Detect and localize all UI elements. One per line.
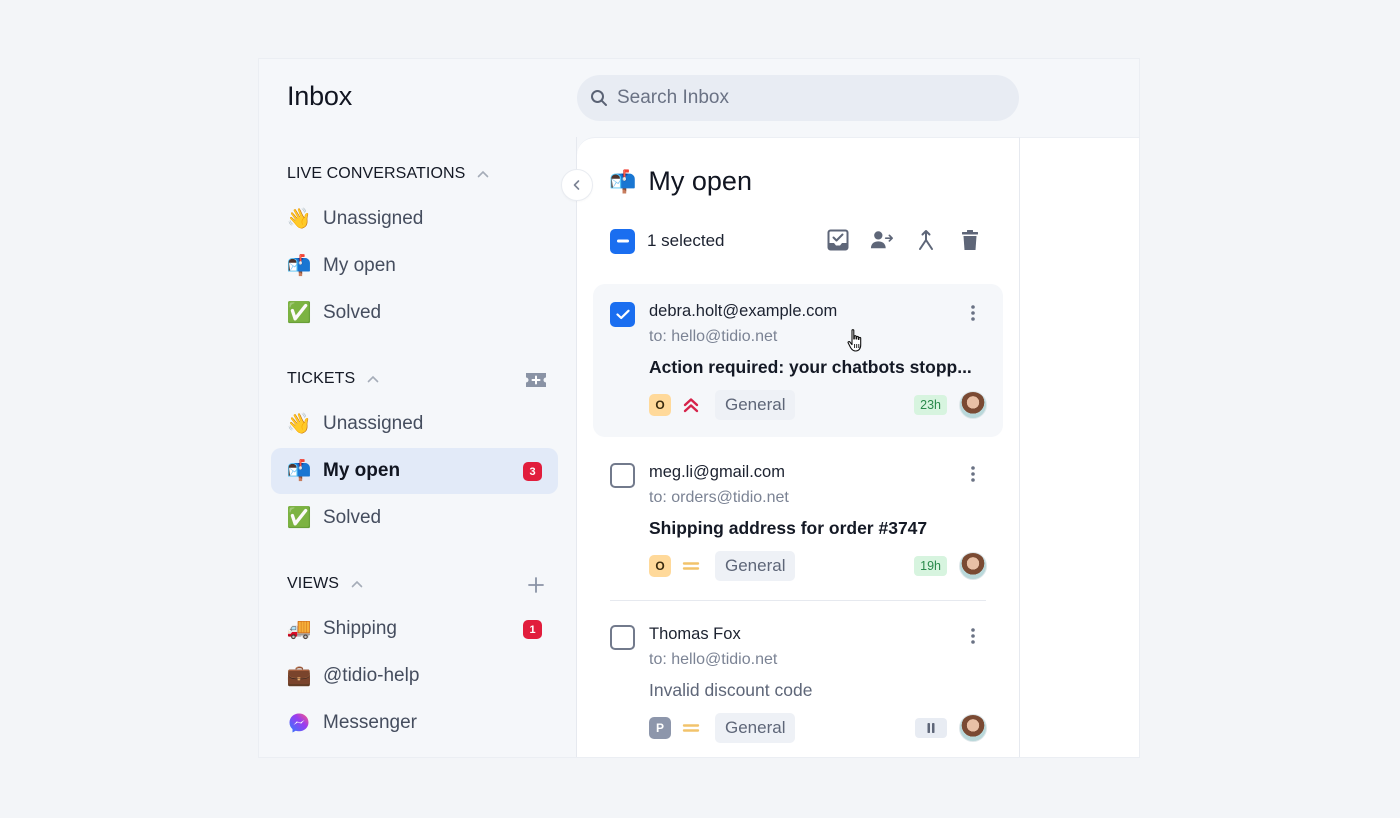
delivery-truck-icon: 🚚 (286, 618, 312, 640)
chevron-up-icon[interactable] (367, 373, 379, 385)
waving-hand-icon: 👋 (286, 208, 312, 230)
tag: General (715, 713, 796, 743)
mailbox-icon: 📬 (609, 168, 637, 194)
messenger-icon (287, 711, 311, 735)
mailbox-icon: 📬 (286, 255, 312, 277)
sidebar: Inbox LIVE CONVERSATIONS 👋 Unassigned 📬 … (259, 59, 576, 757)
conversation-checkbox[interactable] (610, 625, 635, 650)
conversation-item[interactable]: Thomas Fox to: hello@tidio.net Invalid d… (593, 607, 1003, 757)
plus-icon[interactable] (524, 574, 548, 596)
section-title: VIEWS (287, 575, 340, 592)
sidebar-item-label: Shipping (323, 618, 397, 639)
sidebar-item-label: Solved (323, 302, 382, 323)
sender: debra.holt@example.com (649, 302, 838, 320)
mailbox-icon: 📬 (286, 460, 312, 482)
briefcase-icon: 💼 (286, 665, 312, 687)
status-badge: O (649, 394, 671, 416)
subject: Shipping address for order #3747 (649, 518, 928, 538)
sidebar-item-label: @tidio-help (323, 665, 420, 686)
chevron-up-icon[interactable] (351, 578, 363, 590)
add-ticket-icon[interactable] (524, 369, 548, 391)
more-options-icon[interactable] (967, 302, 979, 324)
conversation-list-pane: 📬 My open 1 selected debra.holt@example.… (577, 137, 1019, 757)
bulk-action-bar: 1 selected (610, 228, 982, 254)
assignee-avatar (959, 552, 987, 580)
section-title: TICKETS (287, 370, 356, 387)
recipient: to: hello@tidio.net (649, 328, 778, 345)
sidebar-item-view-tidio-help[interactable]: 💼 @tidio-help (271, 653, 558, 699)
status-badge: O (649, 555, 671, 577)
search-icon (589, 88, 609, 108)
recipient: to: hello@tidio.net (649, 651, 778, 668)
section-title: LIVE CONVERSATIONS (287, 165, 466, 182)
collapse-sidebar-button[interactable] (561, 169, 593, 201)
conversation-checkbox[interactable] (610, 463, 635, 488)
pause-icon (927, 723, 935, 733)
subject: Action required: your chatbots stopp... (649, 357, 972, 377)
conversation-item[interactable]: debra.holt@example.com to: hello@tidio.n… (593, 284, 1003, 437)
check-mark-icon: ✅ (286, 507, 312, 529)
more-options-icon[interactable] (967, 463, 979, 485)
sidebar-item-label: Unassigned (323, 208, 424, 229)
conversation-detail-pane (1019, 137, 1139, 757)
hand-cursor-icon (846, 328, 866, 359)
selected-count: 1 selected (647, 231, 725, 250)
section-views[interactable]: VIEWS (287, 575, 363, 593)
tag: General (715, 551, 796, 581)
sidebar-item-label: Unassigned (323, 413, 424, 434)
delete-icon[interactable] (958, 228, 982, 252)
sidebar-item-live-unassigned[interactable]: 👋 Unassigned (271, 196, 558, 242)
more-options-icon[interactable] (967, 625, 979, 647)
sidebar-item-label: Messenger (323, 712, 417, 733)
chevron-up-icon[interactable] (477, 168, 489, 180)
check-mark-icon: ✅ (286, 302, 312, 324)
sidebar-item-tickets-my-open[interactable]: 📬 My open 3 (271, 448, 558, 494)
assignee-avatar (959, 391, 987, 419)
status-badge: P (649, 717, 671, 739)
list-title-text: My open (648, 166, 752, 196)
tag: General (715, 390, 796, 420)
priority-urgent-icon (681, 395, 701, 415)
sender: Thomas Fox (649, 625, 741, 643)
mark-solved-icon[interactable] (826, 228, 850, 252)
list-title: 📬 My open (609, 166, 752, 197)
time-badge: 19h (914, 556, 947, 576)
sidebar-item-view-shipping[interactable]: 🚚 Shipping 1 (271, 606, 558, 652)
merge-icon[interactable] (914, 228, 938, 252)
section-tickets[interactable]: TICKETS (287, 370, 379, 388)
search-input[interactable] (617, 87, 997, 109)
time-badge: 23h (914, 395, 947, 415)
priority-medium-icon (681, 556, 701, 576)
sidebar-item-view-messenger[interactable]: Messenger (271, 700, 558, 746)
list-divider (610, 600, 986, 601)
select-all-checkbox[interactable] (610, 228, 635, 254)
conversation-checkbox[interactable] (610, 302, 635, 327)
sidebar-item-live-solved[interactable]: ✅ Solved (271, 290, 558, 336)
paused-badge (915, 718, 947, 738)
waving-hand-icon: 👋 (286, 413, 312, 435)
section-live-conversations[interactable]: LIVE CONVERSATIONS (287, 165, 489, 183)
sidebar-item-tickets-unassigned[interactable]: 👋 Unassigned (271, 401, 558, 447)
conversation-item[interactable]: meg.li@gmail.com to: orders@tidio.net Sh… (593, 445, 1003, 595)
search-bar[interactable] (577, 75, 1019, 121)
subject: Invalid discount code (649, 680, 813, 700)
sender: meg.li@gmail.com (649, 463, 785, 481)
page-title: Inbox (287, 81, 353, 111)
sidebar-item-label: My open (323, 460, 401, 481)
recipient: to: orders@tidio.net (649, 489, 789, 506)
sidebar-item-live-my-open[interactable]: 📬 My open (271, 243, 558, 289)
assign-user-icon[interactable] (870, 228, 894, 252)
sidebar-item-tickets-solved[interactable]: ✅ Solved (271, 495, 558, 541)
assignee-avatar (959, 714, 987, 742)
unread-count-badge: 1 (523, 620, 542, 639)
inbox-app: Inbox LIVE CONVERSATIONS 👋 Unassigned 📬 … (258, 58, 1140, 758)
chevron-left-icon (572, 179, 582, 191)
sidebar-item-label: Solved (323, 507, 382, 528)
sidebar-item-label: My open (323, 255, 396, 276)
priority-medium-icon (681, 718, 701, 738)
unread-count-badge: 3 (523, 462, 542, 481)
